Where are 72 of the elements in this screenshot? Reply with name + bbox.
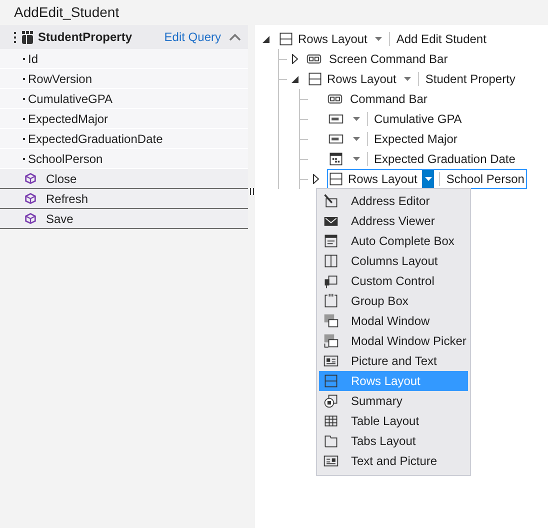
field-control[interactable]: Expected Major (327, 129, 460, 149)
list-window-icon (323, 233, 339, 249)
menu-item[interactable]: Tabs Layout (319, 431, 468, 451)
field-control[interactable]: Expected Graduation Date (327, 149, 518, 169)
plug-box-icon (323, 273, 339, 289)
expand-triangle-icon[interactable] (311, 174, 321, 184)
menu-item[interactable]: Text and Picture (319, 451, 468, 471)
two-column-box-icon (323, 253, 339, 269)
calendar-icon (328, 151, 344, 167)
menu-item[interactable]: Address Editor (319, 191, 468, 211)
entity-name: StudentProperty (38, 30, 132, 44)
method-item[interactable]: Close (0, 169, 248, 189)
collapse-triangle-icon[interactable] (261, 36, 271, 42)
node-label[interactable]: School Person (446, 172, 524, 186)
picture-text-card-icon (323, 353, 339, 369)
caret-icon[interactable] (352, 157, 360, 161)
menu-item[interactable]: Address Viewer (319, 211, 468, 231)
collapse-triangle-icon[interactable] (290, 76, 300, 82)
node-label[interactable]: Student Property (425, 72, 516, 86)
menu-item[interactable]: Custom Control (319, 271, 468, 291)
menu-item[interactable]: Columns Layout (319, 251, 468, 271)
property-item[interactable]: ExpectedMajor (0, 109, 248, 129)
two-row-box-icon (328, 171, 344, 187)
two-row-box-icon (278, 31, 294, 47)
cube-icon (25, 193, 36, 204)
splitter-grip-icon[interactable] (250, 188, 254, 195)
menu-item[interactable]: Picture and Text (319, 351, 468, 371)
chevron-up-icon[interactable] (229, 33, 241, 41)
property-item[interactable]: RowVersion (0, 69, 248, 89)
two-row-box-icon (307, 71, 323, 87)
open-box-icon (323, 293, 339, 309)
stacked-window-arrow-icon (323, 333, 339, 349)
table-stack-icon (22, 30, 34, 44)
window-title: AddEdit_Student (13, 3, 120, 22)
property-item[interactable]: Id (0, 49, 248, 69)
caret-icon[interactable] (404, 77, 411, 81)
grip-icon[interactable] (14, 32, 17, 42)
property-item[interactable]: ExpectedGraduationDate (0, 129, 248, 149)
method-item[interactable]: Refresh (0, 189, 248, 209)
menu-item[interactable]: Table Layout (319, 411, 468, 431)
method-item[interactable]: Save (0, 209, 248, 229)
stacked-window-icon (323, 313, 339, 329)
node-label[interactable]: Expected Major (374, 132, 458, 146)
node-label[interactable]: Command Bar (347, 90, 430, 108)
cube-icon (25, 213, 36, 224)
property-item[interactable]: SchoolPerson (0, 149, 248, 169)
node-label[interactable]: Add Edit Student (396, 32, 486, 46)
pencil-box-icon (323, 193, 339, 209)
two-row-box-icon (323, 373, 339, 389)
menu-item[interactable]: Group Box (319, 291, 468, 311)
caret-icon[interactable] (374, 37, 382, 41)
text-picture-card-icon (323, 453, 339, 469)
cube-icon (25, 173, 36, 184)
caret-icon[interactable] (424, 177, 432, 181)
folder-icon (323, 433, 339, 449)
caret-icon[interactable] (352, 117, 360, 121)
node-label[interactable]: Expected Graduation Date (374, 152, 516, 166)
overlapping-cards-icon (323, 393, 339, 409)
menu-item[interactable]: Auto Complete Box (319, 231, 468, 251)
menu-item[interactable]: Summary (319, 391, 468, 411)
field-control[interactable]: Cumulative GPA (327, 109, 465, 129)
node-label[interactable]: Screen Command Bar (326, 50, 451, 68)
caret-icon[interactable] (352, 137, 360, 141)
menu-item[interactable]: Modal Window (319, 311, 468, 331)
expand-triangle-icon[interactable] (290, 54, 300, 64)
layout-control[interactable]: Rows Layout Add Edit Student (277, 29, 490, 49)
menu-item[interactable]: Modal Window Picker (319, 331, 468, 351)
edit-query-link[interactable]: Edit Query (164, 30, 221, 44)
node-label[interactable]: Cumulative GPA (374, 112, 462, 126)
grid-icon (323, 413, 339, 429)
layout-control[interactable]: Rows Layout Student Property (306, 69, 518, 89)
property-item[interactable]: CumulativeGPA (0, 89, 248, 109)
